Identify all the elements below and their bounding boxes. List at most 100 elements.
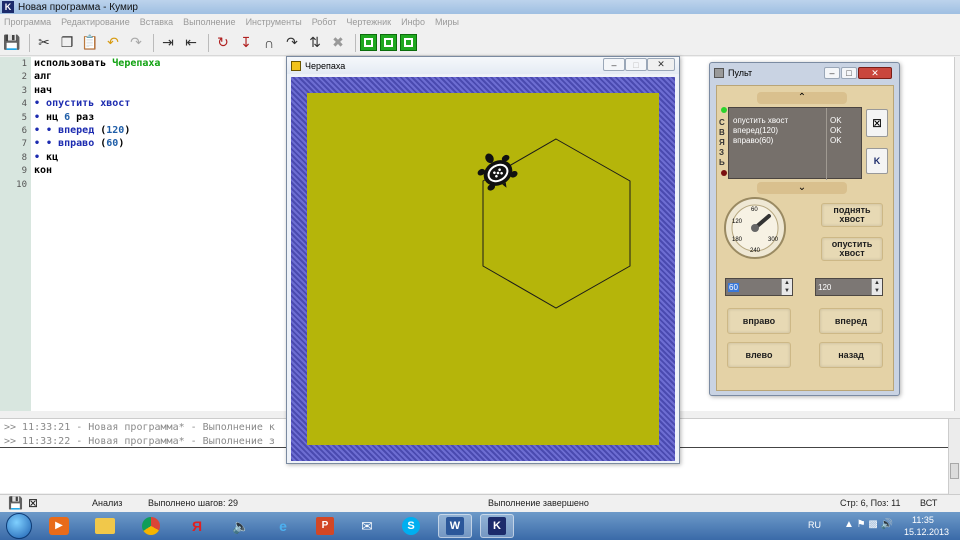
- scroll-up-button[interactable]: ⌃: [757, 92, 847, 104]
- kumir-copy-button[interactable]: K: [866, 148, 888, 174]
- pult-window-title: Пульт: [728, 68, 753, 78]
- cut-icon[interactable]: ✂: [34, 33, 54, 53]
- angle-dial[interactable]: 60 120 180 240 300: [723, 196, 787, 260]
- tail-up-button[interactable]: поднять хвост: [821, 203, 883, 227]
- code-token: вправо: [58, 138, 95, 150]
- yandex-icon[interactable]: Я: [180, 514, 214, 538]
- skype-icon[interactable]: S: [394, 514, 428, 538]
- ie-icon[interactable]: e: [266, 514, 300, 538]
- forward-button[interactable]: вперед: [819, 308, 883, 334]
- code-token: нач: [34, 84, 53, 96]
- code-line[interactable]: • нц 6 раз: [34, 112, 94, 123]
- code-line[interactable]: • опустить хвост: [34, 98, 130, 109]
- paste-icon[interactable]: 📋: [80, 33, 100, 53]
- taskbar: ▶ Я 🔈 e P ✉ S W K RU ▲ ⚑ ▩ 🔊 11:35 15.12…: [0, 512, 960, 540]
- distance-input[interactable]: 120 ▲ ▼: [815, 278, 883, 296]
- menu-info[interactable]: Инфо: [401, 17, 425, 27]
- line-number: 4: [21, 99, 27, 110]
- angle-stepper[interactable]: ▲ ▼: [781, 279, 792, 295]
- stop-icon[interactable]: ✖: [328, 33, 348, 53]
- line-number: 3: [21, 85, 27, 96]
- angle-input[interactable]: 60 ▲ ▼: [725, 278, 793, 296]
- link-label-letter: Я: [719, 138, 725, 147]
- turn-left-button[interactable]: влево: [727, 342, 791, 368]
- outdent-icon[interactable]: ⇤: [181, 33, 201, 53]
- distance-stepper[interactable]: ▲ ▼: [871, 279, 882, 295]
- close-status-icon[interactable]: ⊠: [28, 496, 38, 510]
- code-line[interactable]: алг: [34, 71, 52, 82]
- tray-language[interactable]: RU: [808, 520, 821, 530]
- clear-log-button[interactable]: ⊠: [866, 109, 888, 137]
- undo-icon[interactable]: ↶: [103, 33, 123, 53]
- tail-down-button[interactable]: опустить хвост: [821, 237, 883, 261]
- code-token: (: [94, 138, 107, 150]
- code-token: • •: [34, 138, 59, 150]
- menu-program[interactable]: Программа: [4, 17, 51, 27]
- volume-icon[interactable]: 🔈: [224, 514, 258, 538]
- mail-icon[interactable]: ✉: [350, 514, 384, 538]
- copy-icon[interactable]: ❐: [57, 33, 77, 53]
- back-button[interactable]: назад: [819, 342, 883, 368]
- maximize-button[interactable]: □: [625, 58, 647, 71]
- window-frame-icon[interactable]: [380, 34, 397, 51]
- window-title-bar: K Новая программа - Кумир: [0, 0, 960, 14]
- log-command: вперед(120): [733, 126, 779, 135]
- turn-right-button[interactable]: вправо: [727, 308, 791, 334]
- code-line[interactable]: • кц: [34, 152, 58, 163]
- run-fast-icon[interactable]: ⇅: [305, 33, 325, 53]
- link-label-letter: С: [719, 118, 725, 127]
- status-position: Стр: 6, Поз: 11: [840, 498, 901, 508]
- code-token: •: [34, 98, 47, 110]
- scrollbar-thumb[interactable]: [950, 463, 959, 479]
- minimize-button[interactable]: –: [603, 58, 625, 71]
- step-out-icon[interactable]: ↷: [282, 33, 302, 53]
- pult-window: Пульт – □ ✕ ⌃ С В Я З Ь опустить хвост O…: [709, 62, 900, 396]
- pult-maximize-button[interactable]: □: [841, 67, 857, 79]
- pult-close-button[interactable]: ✕: [858, 67, 892, 79]
- menu-bar: Программа Редактирование Вставка Выполне…: [0, 14, 960, 30]
- redo-icon[interactable]: ↷: [126, 33, 146, 53]
- menu-worlds[interactable]: Миры: [435, 17, 459, 27]
- status-insert-mode: ВСТ: [920, 498, 938, 508]
- step-in-icon[interactable]: ∩: [259, 33, 279, 53]
- code-line[interactable]: нач: [34, 85, 52, 96]
- code-line[interactable]: кон: [34, 165, 52, 176]
- pult-window-icon: [714, 68, 724, 78]
- start-button[interactable]: [6, 513, 32, 539]
- chrome-icon[interactable]: [134, 514, 168, 538]
- pult-window-title-bar[interactable]: Пульт – □ ✕: [710, 63, 899, 83]
- menu-draftsman[interactable]: Чертежник: [346, 17, 391, 27]
- menu-run[interactable]: Выполнение: [183, 17, 235, 27]
- media-player-icon[interactable]: ▶: [42, 514, 76, 538]
- code-line[interactable]: • • вперед (120): [34, 125, 130, 136]
- menu-insert[interactable]: Вставка: [140, 17, 173, 27]
- turtle-window-title-bar[interactable]: Черепаха – □ ✕: [287, 57, 679, 74]
- code-token: 60: [106, 138, 119, 150]
- kumir-icon[interactable]: K: [480, 514, 514, 538]
- menu-tools[interactable]: Инструменты: [246, 17, 302, 27]
- close-button[interactable]: ✕: [647, 58, 675, 71]
- code-line[interactable]: использовать Черепаха: [34, 58, 160, 69]
- tray-icons[interactable]: ▲ ⚑ ▩ 🔊: [844, 519, 893, 530]
- run-icon[interactable]: ↻: [213, 33, 233, 53]
- powerpoint-icon[interactable]: P: [308, 514, 342, 538]
- status-bar: 💾 ⊠ Анализ Выполнено шагов: 29 Выполнени…: [0, 494, 960, 512]
- code-line[interactable]: • • вправо (60): [34, 138, 124, 149]
- line-number: 8: [21, 152, 27, 163]
- menu-robot[interactable]: Робот: [312, 17, 337, 27]
- console-scrollbar[interactable]: [948, 419, 960, 494]
- save-status-icon[interactable]: 💾: [8, 496, 23, 510]
- save-icon[interactable]: 💾: [2, 33, 22, 53]
- window-cross-icon[interactable]: [400, 34, 417, 51]
- dial-label: 180: [732, 237, 743, 243]
- scroll-down-button[interactable]: ⌄: [757, 182, 847, 194]
- line-number: 6: [21, 126, 27, 136]
- folder-icon[interactable]: [88, 514, 122, 538]
- word-icon[interactable]: W: [438, 514, 472, 538]
- indent-icon[interactable]: ⇥: [158, 33, 178, 53]
- menu-edit[interactable]: Редактирование: [61, 17, 130, 27]
- step-icon[interactable]: ↧: [236, 33, 256, 53]
- turtle-sprite[interactable]: [471, 145, 522, 197]
- window-grid-icon[interactable]: [360, 34, 377, 51]
- pult-minimize-button[interactable]: –: [824, 67, 840, 79]
